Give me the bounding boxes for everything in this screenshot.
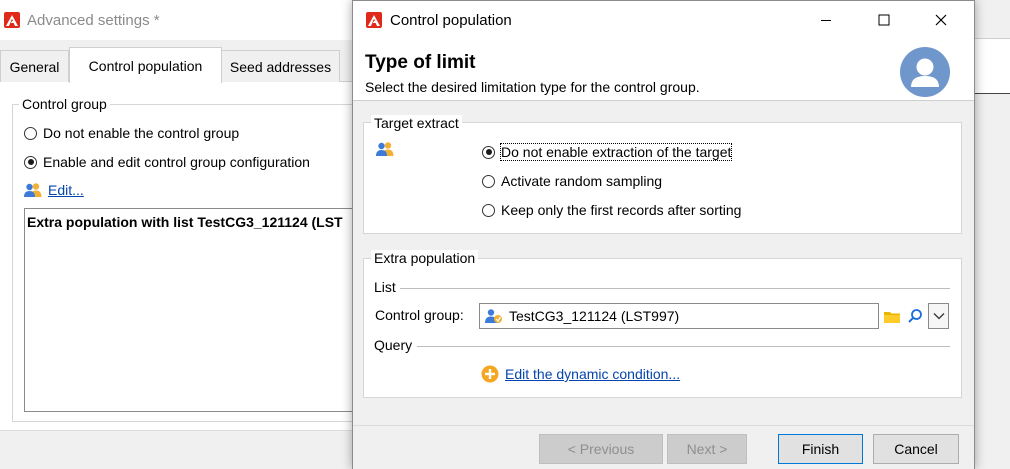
finish-button-label: Finish xyxy=(801,441,840,457)
next-button-label: Next > xyxy=(686,441,728,457)
edit-dynamic-condition-link[interactable]: Edit the dynamic condition... xyxy=(505,366,680,382)
query-separator-line xyxy=(417,346,950,347)
minimize-button[interactable] xyxy=(803,5,849,35)
search-button[interactable] xyxy=(904,303,926,329)
people-icon xyxy=(23,182,43,198)
extra-population-legend: Extra population xyxy=(371,250,479,266)
adobe-logo-icon xyxy=(366,12,382,28)
control-group-value: TestCG3_121124 (LST997) xyxy=(509,308,680,324)
edit-link[interactable]: Edit... xyxy=(48,182,84,198)
radio-button[interactable] xyxy=(482,174,495,188)
radio-label: Do not enable the control group xyxy=(43,125,240,141)
right-edge-rule xyxy=(975,93,1010,94)
maximize-button[interactable] xyxy=(861,5,907,35)
control-group-summary-text: Extra population with list TestCG3_12112… xyxy=(27,214,343,230)
tab-control-population[interactable]: Control population xyxy=(69,47,222,83)
close-icon xyxy=(935,14,947,26)
radio-label: Do not enable extraction of the target xyxy=(499,143,733,161)
radio-button[interactable] xyxy=(482,145,495,159)
cancel-button[interactable]: Cancel xyxy=(873,434,959,464)
dialog-heading: Type of limit xyxy=(365,52,476,73)
query-separator-label: Query xyxy=(374,337,413,353)
right-edge-panel xyxy=(975,38,1010,93)
dialog-subheading: Select the desired limitation type for t… xyxy=(365,79,700,95)
tab-control-population-label: Control population xyxy=(88,57,203,74)
dropdown-button[interactable] xyxy=(928,303,949,329)
radio-label: Enable and edit control group configurat… xyxy=(43,154,310,170)
radio-label: Keep only the first records after sortin… xyxy=(501,202,742,218)
people-icon xyxy=(483,308,503,324)
control-group-combo[interactable]: TestCG3_121124 (LST997) xyxy=(479,303,879,329)
radio-enable-control-group[interactable]: Enable and edit control group configurat… xyxy=(24,154,310,170)
plus-circle-icon xyxy=(481,365,499,383)
minimize-icon xyxy=(821,20,831,21)
list-separator-label: List xyxy=(374,279,396,295)
tab-general-label: General xyxy=(9,58,60,75)
search-icon xyxy=(908,309,922,323)
folder-icon xyxy=(884,311,900,323)
tab-seed-addresses[interactable]: Seed addresses xyxy=(221,50,340,82)
dialog-titlebar: Control population xyxy=(353,1,974,39)
radio-button[interactable] xyxy=(24,155,37,169)
user-avatar-icon xyxy=(900,47,950,97)
previous-button-label: < Previous xyxy=(567,441,635,457)
radio-random-sampling[interactable]: Activate random sampling xyxy=(482,173,662,189)
advanced-settings-footer xyxy=(0,430,360,469)
control-group-summary: Extra population with list TestCG3_12112… xyxy=(24,208,360,412)
dialog-header: Type of limit Select the desired limitat… xyxy=(353,39,974,101)
previous-button[interactable]: < Previous xyxy=(539,434,663,464)
advanced-settings-titlebar: Advanced settings * xyxy=(0,0,360,40)
cancel-button-label: Cancel xyxy=(894,441,938,457)
control-group-label: Control group: xyxy=(375,307,464,323)
dialog-title: Control population xyxy=(390,11,512,29)
control-population-dialog: Control population Type of limit Select … xyxy=(352,0,975,469)
radio-disable-control-group[interactable]: Do not enable the control group xyxy=(24,125,239,141)
target-extract-legend: Target extract xyxy=(371,115,462,131)
adobe-logo-icon xyxy=(4,12,20,28)
list-separator-line xyxy=(400,288,950,289)
finish-button[interactable]: Finish xyxy=(778,434,863,464)
radio-button[interactable] xyxy=(482,203,495,217)
tab-seed-addresses-label: Seed addresses xyxy=(229,58,332,75)
edit-control-group-row[interactable]: Edit... xyxy=(23,182,84,198)
next-button[interactable]: Next > xyxy=(667,434,747,464)
control-group-legend: Control group xyxy=(19,96,110,112)
edit-dynamic-condition-row[interactable]: Edit the dynamic condition... xyxy=(481,365,680,383)
radio-button[interactable] xyxy=(24,126,37,140)
tab-general[interactable]: General xyxy=(0,50,69,82)
chevron-down-icon xyxy=(933,313,944,320)
close-button[interactable] xyxy=(918,5,964,35)
maximize-icon xyxy=(878,14,890,26)
radio-first-records[interactable]: Keep only the first records after sortin… xyxy=(482,202,741,218)
folder-button[interactable] xyxy=(881,303,903,329)
radio-no-extraction[interactable]: Do not enable extraction of the target xyxy=(482,143,733,161)
advanced-settings-title: Advanced settings * xyxy=(27,11,160,29)
people-icon xyxy=(375,141,395,157)
radio-label: Activate random sampling xyxy=(501,173,663,189)
